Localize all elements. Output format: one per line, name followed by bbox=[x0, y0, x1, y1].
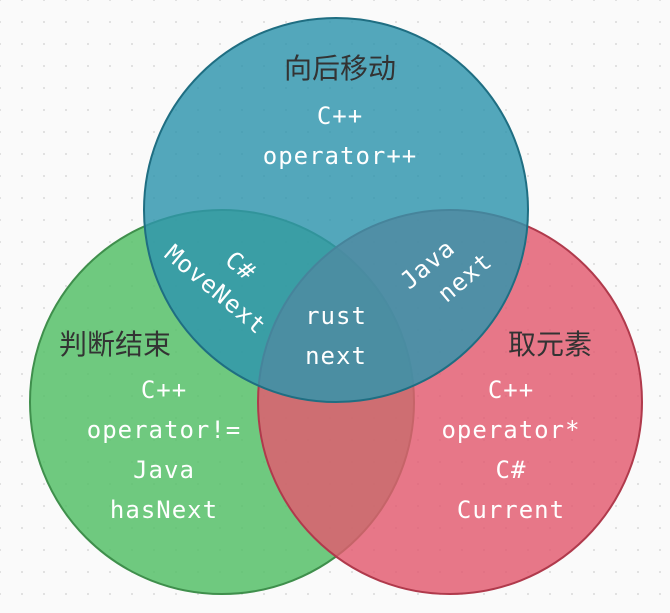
all-three-line-2: next bbox=[305, 342, 367, 370]
get-element-line-2: operator* bbox=[441, 416, 580, 444]
move-next-line-2: operator++ bbox=[263, 142, 418, 170]
get-element-title: 取元素 bbox=[508, 328, 592, 361]
all-three-line-1: rust bbox=[305, 302, 367, 330]
get-element-line-1: C++ bbox=[488, 376, 534, 404]
end-check-line-3: Java bbox=[133, 456, 195, 484]
get-element-line-3: C# bbox=[496, 456, 527, 484]
end-check-line-2: operator!= bbox=[87, 416, 242, 444]
get-element-line-4: Current bbox=[457, 496, 565, 524]
end-check-line-1: C++ bbox=[141, 376, 187, 404]
move-next-title: 向后移动 bbox=[284, 52, 396, 85]
end-check-line-4: hasNext bbox=[110, 496, 218, 524]
end-check-title: 判断结束 bbox=[59, 328, 171, 361]
venn-diagram: 向后移动 判断结束 取元素 C++ operator++ C++ operato… bbox=[29, 17, 643, 595]
move-next-line-1: C++ bbox=[317, 102, 363, 130]
